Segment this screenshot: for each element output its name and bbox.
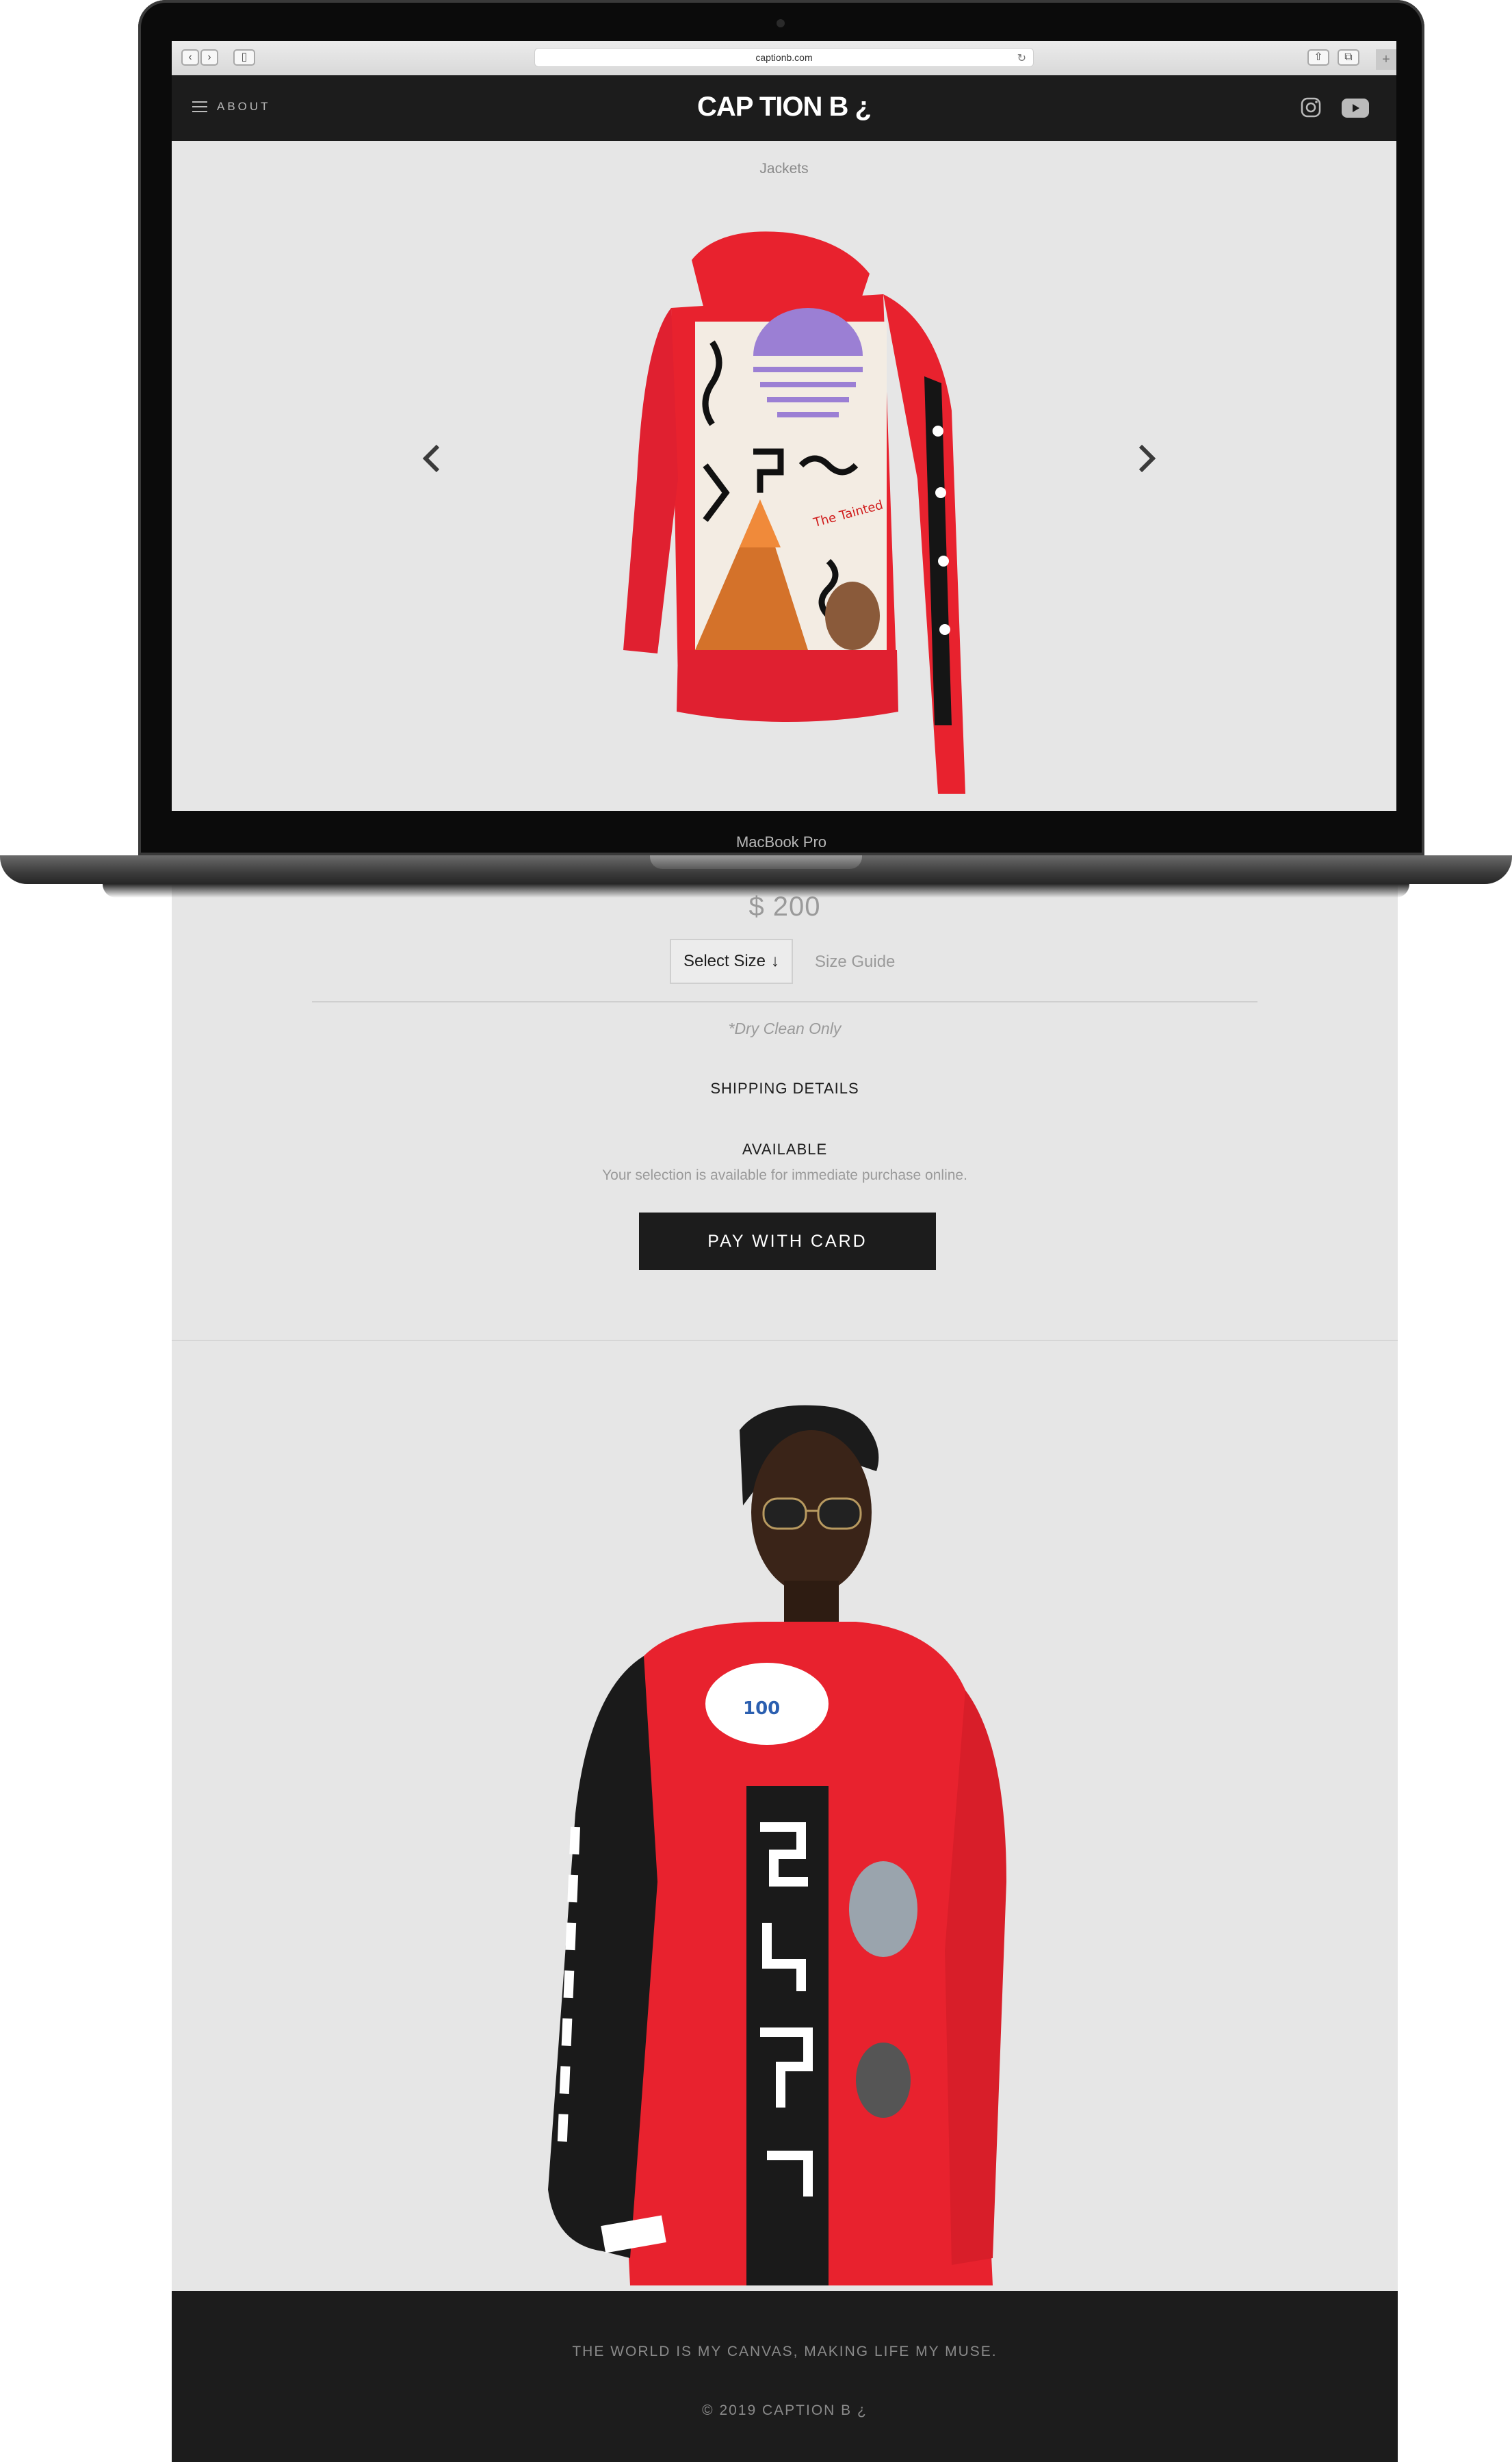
address-bar[interactable]: captionb.com ↻ [534,48,1034,67]
url-text: captionb.com [755,52,813,63]
laptop-notch [650,855,862,869]
site-logo[interactable]: CAP TION B ¿ [172,92,1396,122]
laptop-model-label: MacBook Pro [735,833,827,851]
divider [312,1001,1257,1002]
browser-toolbar: ‹ › ▯ captionb.com ↻ ⇧ ⧉ + [172,41,1396,77]
back-button[interactable]: ‹ [181,49,199,66]
laptop-shadow [103,884,1409,898]
tabs-icon[interactable]: ⧉ [1338,49,1359,66]
forward-button[interactable]: › [200,49,218,66]
availability-text: Your selection is available for immediat… [602,1167,967,1183]
site-footer: THE WORLD IS MY CANVAS, MAKING LIFE MY M… [172,2291,1398,2462]
youtube-icon[interactable] [1342,99,1369,118]
share-icon[interactable]: ⇧ [1307,49,1329,66]
shipping-details-link[interactable]: SHIPPING DETAILS [172,1080,1398,1098]
svg-text:100: 100 [743,1698,780,1719]
section-divider [172,1340,1398,1341]
category-breadcrumb[interactable]: Jackets [172,161,1396,177]
site-header: ABOUT CAP TION B ¿ [172,75,1396,141]
product-image-jacket: The Tainted [623,231,965,794]
hamburger-icon[interactable] [192,101,207,112]
select-size-dropdown[interactable]: Select Size ↓ [670,939,793,984]
arrow-down-icon: ↓ [771,952,780,970]
chevron-left-icon[interactable] [415,438,449,479]
new-tab-icon[interactable]: + [1376,49,1396,70]
laptop-lid: ‹ › ▯ captionb.com ↻ ⇧ ⧉ + ABOUT CAP TIO… [138,0,1424,855]
availability-title: AVAILABLE [742,1141,828,1158]
footer-copyright: © 2019 CAPTION B ¿ [702,2402,868,2418]
camera-icon [777,19,785,27]
reload-icon[interactable]: ↻ [1017,51,1026,65]
model-photo: 100 [548,1405,1006,2285]
mockup-stage: $ 200 Select Size ↓ Size Guide *Dry Clea… [0,0,1512,2462]
select-size-label: Select Size [683,952,766,970]
care-note: *Dry Clean Only [728,1020,842,1037]
instagram-icon[interactable] [1301,97,1321,118]
footer-tagline: THE WORLD IS MY CANVAS, MAKING LIFE MY M… [572,2344,998,2359]
pay-with-card-button[interactable]: PAY WITH CARD [639,1213,936,1270]
about-menu-link[interactable]: ABOUT [217,100,271,114]
product-details-page: $ 200 Select Size ↓ Size Guide *Dry Clea… [172,855,1398,2462]
size-guide-link[interactable]: Size Guide [815,953,895,972]
chevron-right-icon[interactable] [1130,438,1164,479]
sidebar-toggle-icon[interactable]: ▯ [233,49,255,66]
laptop-screen: ‹ › ▯ captionb.com ↻ ⇧ ⧉ + ABOUT CAP TIO… [172,41,1396,811]
size-row: Select Size ↓ Size Guide [172,939,1398,987]
